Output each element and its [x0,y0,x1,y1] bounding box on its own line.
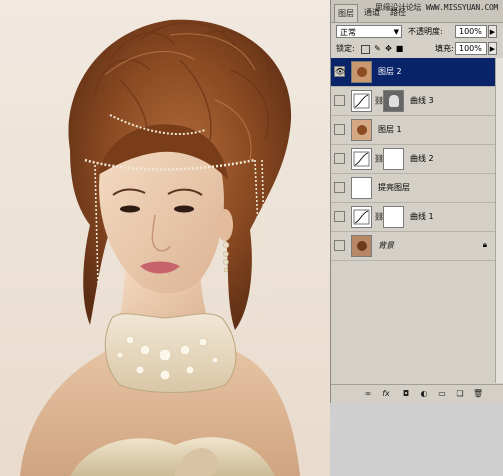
eye-icon[interactable] [334,124,345,135]
lock-icon: 🔒︎ [482,240,487,249]
eye-icon[interactable] [334,182,345,193]
delete-icon[interactable]: 🗑︎ [473,389,483,399]
left-eye [120,205,140,213]
layer-thumbnail [351,177,372,199]
add-mask-icon[interactable]: ◘ [401,389,411,399]
new-layer-icon[interactable]: ❏ [455,389,465,399]
layer-name: 提亮图层 [378,183,410,192]
curves-adjustment-icon [351,206,372,228]
layer-thumbnail [351,119,372,141]
right-eye [174,205,194,213]
lock-all-icon[interactable]: ■ [395,44,404,53]
eye-icon[interactable] [334,211,345,222]
layer-row-brighten[interactable]: 提亮图层 [331,174,495,203]
layer-name: 曲线 2 [410,154,434,163]
layer-row-layer-1[interactable]: 图层 1 [331,116,495,145]
layer-name: 曲线 3 [410,96,434,105]
panel-footer: ∞ fx ◘ ◐ ▭ ❏ 🗑︎ [331,384,503,404]
chevron-down-icon: ▼ [393,28,399,36]
fill-slider-triangle-icon[interactable]: ▶ [488,42,497,55]
fx-icon[interactable]: fx [381,389,391,399]
layer-thumbnail [351,61,372,83]
layer-mask-thumbnail [383,206,404,228]
lock-label: 锁定: [336,44,355,53]
adjustment-layer-icon[interactable]: ◐ [419,389,429,399]
layer-row-curves-3[interactable]: ⛓ 曲线 3 [331,87,495,116]
opacity-slider-triangle-icon[interactable]: ▶ [488,25,497,38]
layer-mask-thumbnail [383,90,404,112]
layer-row-curves-1[interactable]: ⛓ 曲线 1 [331,203,495,232]
layers-panel: 图层 通道 路径 思缘设计论坛 WWW.MISSYUAN.COM 正常 ▼ 不透… [330,0,503,404]
opacity-input[interactable]: 100% [455,25,487,38]
blend-opacity-row: 正常 ▼ 不透明度: 100% ▶ [331,23,503,41]
fill-input[interactable]: 100% [455,42,487,55]
eye-icon[interactable]: 👁 [334,66,345,77]
tab-layers[interactable]: 图层 [334,4,358,22]
layer-name: 曲线 1 [410,212,434,221]
layer-row-background[interactable]: 背景 🔒︎ [331,232,495,261]
panel-empty-area [330,403,503,476]
layer-name: 图层 1 [378,125,402,134]
layer-mask-thumbnail [383,148,404,170]
eye-icon[interactable] [334,95,345,106]
layer-thumbnail [351,235,372,257]
layer-name: 背景 [378,241,394,250]
curves-adjustment-icon [351,90,372,112]
lock-move-icon[interactable]: ✥ [384,44,393,53]
new-group-icon[interactable]: ▭ [437,389,447,399]
eye-icon[interactable] [334,240,345,251]
panel-tabbar: 图层 通道 路径 思缘设计论坛 WWW.MISSYUAN.COM [331,0,503,23]
lock-transparent-icon[interactable] [361,45,370,54]
eye-icon[interactable] [334,153,345,164]
link-layers-icon[interactable]: ∞ [363,389,373,399]
blend-mode-value: 正常 [340,28,356,37]
photo-canvas [0,0,330,476]
layer-list-scrollbar[interactable] [495,58,503,383]
opacity-label: 不透明度: [408,27,443,36]
lock-paint-brush-icon[interactable]: ✎ [373,44,382,53]
fill-label: 填充: [435,44,454,53]
curves-adjustment-icon [351,148,372,170]
lock-fill-row: 锁定: ✎ ✥ ■ 填充: 100% ▶ [331,41,503,57]
layer-name: 图层 2 [378,67,402,76]
watermark-text: 思缘设计论坛 WWW.MISSYUAN.COM [375,3,498,12]
portrait-illustration [20,19,300,476]
blend-mode-select[interactable]: 正常 ▼ [336,25,402,38]
layer-row-layer-2[interactable]: 👁 图层 2 [331,58,495,87]
layer-row-curves-2[interactable]: ⛓ 曲线 2 [331,145,495,174]
